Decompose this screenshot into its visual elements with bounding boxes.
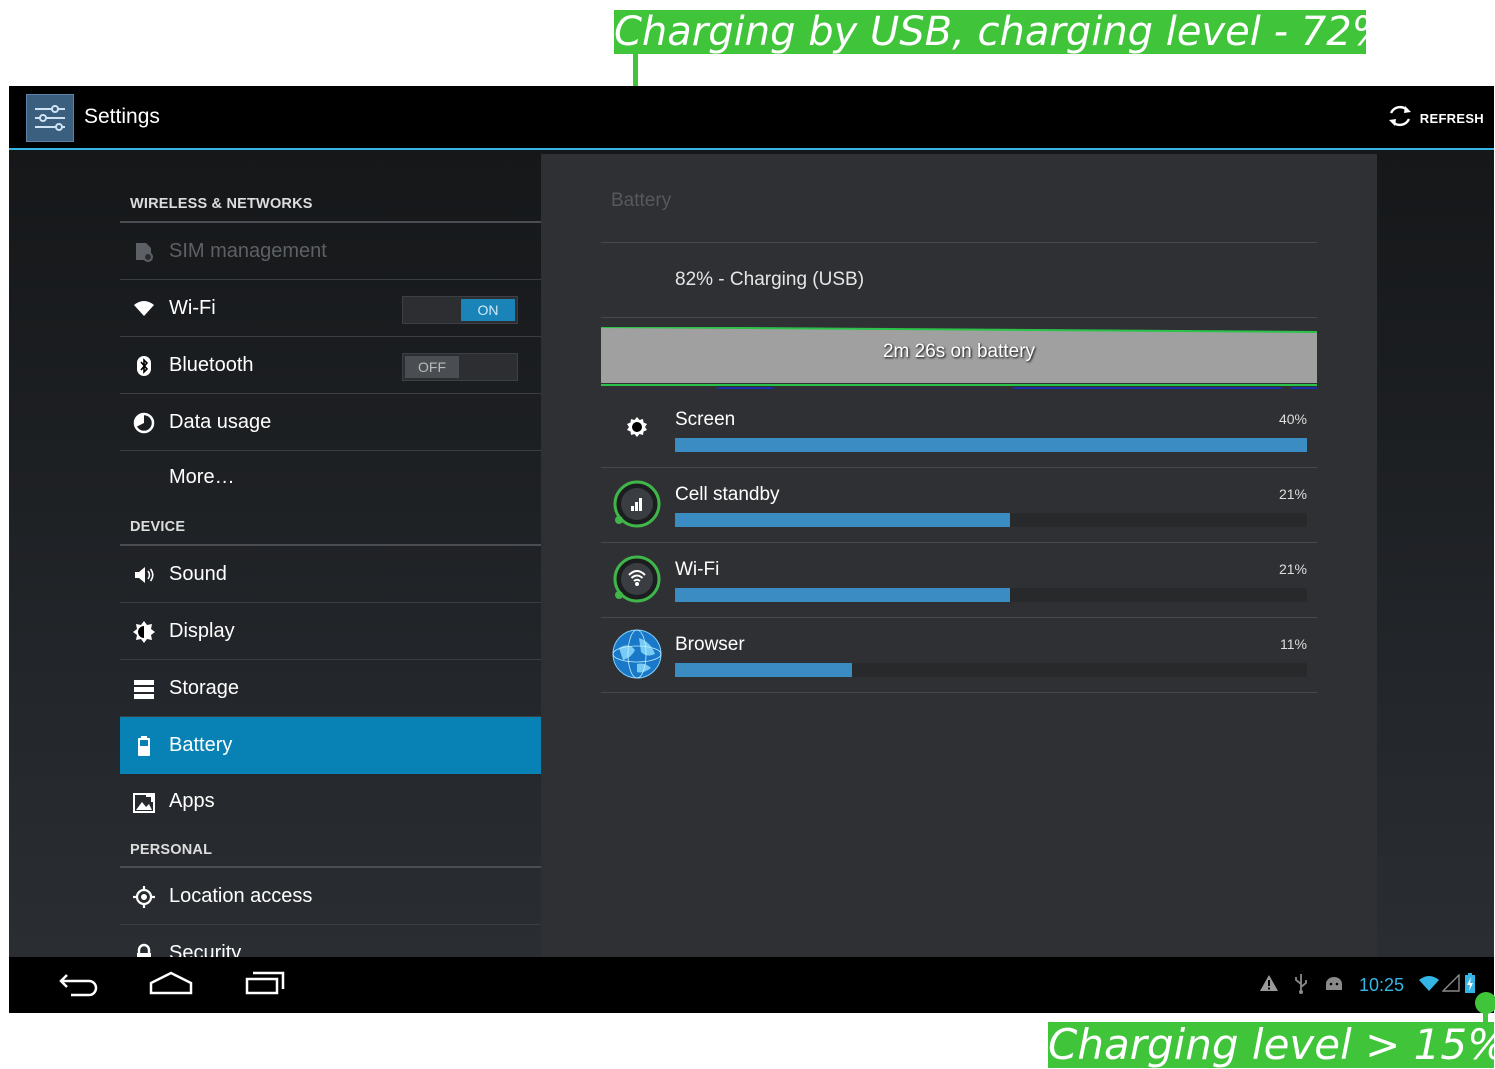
usage-name: Wi-Fi [675, 559, 720, 580]
storage-icon [132, 677, 156, 701]
signal-icon [1441, 973, 1460, 996]
sidebar-item-sound[interactable]: Sound [120, 546, 541, 603]
annotation-charging-usb: Charging by USB, charging level - 72% [614, 9, 1390, 55]
divider [601, 242, 1317, 243]
speaker-icon [132, 563, 156, 587]
android-debug-icon [1323, 974, 1345, 996]
usage-percent: 11% [1280, 636, 1307, 652]
usage-row-cell-standby[interactable]: Cell standby 21% [601, 468, 1317, 543]
brightness-icon [132, 620, 156, 644]
usage-bar-track [675, 588, 1307, 602]
sidebar-item-more[interactable]: More… [120, 451, 541, 505]
sidebar-item-label: More… [169, 466, 235, 488]
battery-icon [132, 734, 156, 758]
tablet-screen: Settings REFRESH WIRELESS & NETWORKS SIM… [9, 86, 1494, 1013]
sidebar-item-label: Bluetooth [169, 354, 254, 376]
section-header-wireless: WIRELESS & NETWORKS [130, 196, 313, 212]
settings-content: WIRELESS & NETWORKS SIM management Wi-Fi… [9, 150, 1494, 964]
battery-graph-label: 2m 26s on battery [882, 341, 1036, 362]
wifi-toggle[interactable]: ON [402, 296, 518, 324]
divider [601, 317, 1317, 318]
clock: 10:25 [1358, 974, 1404, 995]
wifi-icon [132, 297, 156, 321]
home-icon [147, 969, 195, 1001]
usage-bar-track [675, 513, 1307, 527]
status-area[interactable]: 10:25 [1259, 971, 1476, 999]
usage-name: Cell standby [675, 484, 780, 505]
usage-name: Browser [675, 634, 745, 655]
section-header-personal: PERSONAL [130, 842, 213, 858]
sidebar-item-label: Sound [169, 563, 227, 585]
annotation-charging-level: Charging level > 15% [1048, 1020, 1495, 1069]
cell-signal-icon [611, 478, 663, 530]
usage-bar-track [675, 663, 1307, 677]
usage-bar-fill [675, 438, 1307, 452]
section-header-device: DEVICE [130, 519, 186, 535]
sidebar-item-wifi[interactable]: Wi-Fi ON [120, 280, 541, 337]
sidebar-item-label: Location access [169, 885, 313, 907]
sidebar-item-label: Apps [169, 790, 215, 812]
bluetooth-toggle[interactable]: OFF [402, 353, 518, 381]
sidebar-item-sim-management: SIM management [120, 223, 541, 280]
recent-apps-button[interactable] [237, 969, 293, 1001]
data-usage-icon [132, 411, 156, 435]
sidebar-item-storage[interactable]: Storage [120, 660, 541, 717]
usage-name: Screen [675, 409, 736, 430]
usage-row-browser[interactable]: Browser 11% [601, 618, 1317, 693]
globe-icon [611, 628, 663, 680]
wifi-icon [611, 553, 663, 605]
recent-apps-icon [243, 969, 287, 1001]
back-icon [57, 969, 101, 1001]
toggle-state: ON [461, 299, 515, 321]
sidebar-item-bluetooth[interactable]: Bluetooth OFF [120, 337, 541, 394]
sidebar-item-label: SIM management [169, 240, 327, 262]
apps-icon [132, 791, 156, 815]
settings-sliders-icon[interactable] [26, 94, 74, 142]
sidebar-item-label: Wi-Fi [169, 297, 216, 319]
usb-icon [1293, 972, 1309, 998]
action-bar: Settings REFRESH [9, 86, 1494, 150]
sidebar-item-label: Storage [169, 677, 240, 699]
bluetooth-icon [132, 354, 156, 378]
back-button[interactable] [51, 969, 107, 1001]
home-button[interactable] [143, 969, 199, 1001]
usage-row-wifi[interactable]: Wi-Fi 21% [601, 543, 1317, 618]
battery-title: Battery [611, 190, 672, 211]
wifi-icon [1418, 974, 1440, 996]
sidebar-item-display[interactable]: Display [120, 603, 541, 660]
usage-percent: 21% [1278, 486, 1307, 502]
system-bar: 10:25 [9, 957, 1494, 1013]
refresh-label: REFRESH [1419, 110, 1484, 126]
battery-history-graph[interactable]: 2m 26s on battery [600, 326, 1318, 389]
sidebar-item-label: Data usage [169, 411, 272, 433]
divider [601, 692, 1317, 693]
refresh-icon [1386, 102, 1414, 134]
settings-list: WIRELESS & NETWORKS SIM management Wi-Fi… [120, 150, 541, 964]
toggle-state: OFF [405, 356, 459, 378]
battery-status[interactable]: 82% - Charging (USB) [675, 269, 864, 291]
usage-bar-track [675, 438, 1307, 452]
warning-icon [1259, 973, 1279, 997]
usage-bar-fill [675, 513, 1010, 527]
battery-detail-pane: Battery 82% - Charging (USB) 2m 26s on b… [541, 154, 1377, 957]
battery-charging-icon [1464, 973, 1476, 997]
refresh-button[interactable]: REFRESH [1386, 102, 1484, 134]
usage-bar-fill [675, 588, 1010, 602]
brightness-icon [611, 403, 663, 455]
sidebar-item-label: Battery [169, 734, 233, 756]
usage-percent: 40% [1278, 411, 1307, 427]
sidebar-item-battery[interactable]: Battery [120, 717, 541, 774]
usage-percent: 21% [1278, 561, 1307, 577]
app-title: Settings [84, 105, 160, 128]
sidebar-item-data-usage[interactable]: Data usage [120, 394, 541, 451]
sidebar-item-apps[interactable]: Apps [120, 774, 541, 828]
sidebar-item-location-access[interactable]: Location access [120, 868, 541, 925]
usage-row-screen[interactable]: Screen 40% [601, 393, 1317, 468]
usage-bar-fill [675, 663, 852, 677]
sidebar-item-label: Display [169, 620, 235, 642]
location-icon [132, 885, 156, 909]
sim-card-icon [132, 240, 156, 264]
